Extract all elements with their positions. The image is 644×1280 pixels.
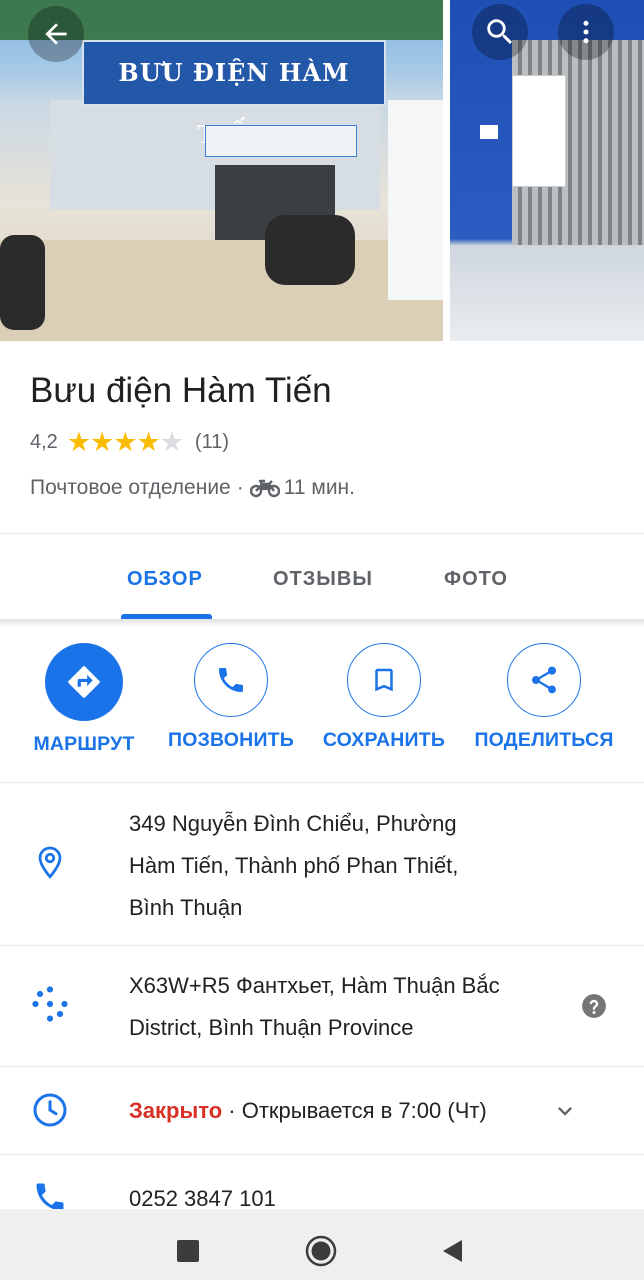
- star-icon: ★: [90, 427, 115, 457]
- rating-value: 4,2: [30, 431, 58, 453]
- tab-bar: ОБЗОР ОТЗЫВЫ ФОТО: [0, 534, 644, 620]
- address-line: 349 Nguyễn Đình Chiểu, Phường: [129, 811, 457, 836]
- directions-icon-circle: [45, 643, 123, 721]
- system-navigation-bar: [0, 1209, 644, 1280]
- star-icon: ★: [136, 427, 161, 457]
- chevron-down-icon: [558, 1107, 572, 1116]
- photo-notice: [512, 75, 566, 187]
- photo-sign: BƯU ĐIỆN HÀM TIẾN: [82, 40, 386, 149]
- clock-icon: [30, 1092, 70, 1128]
- travel-time: 11 мин.: [283, 476, 355, 499]
- home-circle-icon: [305, 1235, 337, 1267]
- photo-carousel[interactable]: BƯU ĐIỆN HÀM TIẾN: [0, 0, 644, 341]
- rating-stars: ★ ★ ★ ★ ★: [66, 427, 184, 457]
- photo-house-number: [480, 125, 498, 139]
- photo-pillar: [388, 100, 443, 300]
- plus-code-text: X63W+R5 Фантхьет, Hàm Thuận Bắc District…: [129, 965, 500, 1049]
- call-button[interactable]: ПОЗВОНИТЬ: [156, 643, 306, 752]
- more-options-button[interactable]: [558, 4, 614, 60]
- hours-row[interactable]: Закрыто · Открывается в 7:00 (Чт): [0, 1067, 644, 1154]
- search-button[interactable]: [472, 4, 528, 60]
- share-label: ПОДЕЛИТЬСЯ: [474, 729, 614, 751]
- rating-row[interactable]: 4,2 ★ ★ ★ ★ ★ (11): [30, 429, 229, 456]
- phone-icon: [219, 668, 243, 692]
- photo-ground: [0, 240, 443, 341]
- plus-code-line: X63W+R5 Фантхьет, Hàm Thuận Bắc: [129, 973, 500, 998]
- photo-motorbike: [0, 235, 45, 330]
- expand-hours-button[interactable]: [551, 1097, 579, 1130]
- back-button[interactable]: [28, 6, 84, 62]
- help-icon: [582, 994, 606, 1018]
- phone-row[interactable]: 0252 3847 101: [0, 1155, 644, 1209]
- phone-number: 0252 3847 101: [129, 1186, 276, 1209]
- location-pin-icon: [30, 845, 70, 881]
- plus-code-icon: [30, 982, 70, 1026]
- address-line: Hàm Tiến, Thành phố Phan Thiết,: [129, 853, 459, 878]
- directions-button[interactable]: МАРШРУТ: [9, 643, 159, 756]
- motorcycle-icon: [249, 479, 280, 498]
- search-icon: [487, 19, 513, 45]
- share-icon-circle: [507, 643, 581, 717]
- bookmark-icon: [375, 668, 393, 692]
- address-row[interactable]: 349 Nguyễn Đình Chiểu, Phường Hàm Tiến, …: [0, 783, 644, 944]
- hours-status: Закрыто: [129, 1098, 223, 1123]
- tab-overview[interactable]: ОБЗОР: [127, 568, 203, 591]
- back-nav-button[interactable]: [441, 1239, 463, 1268]
- tab-photos[interactable]: ФОТО: [444, 568, 508, 591]
- plus-code-line: District, Bình Thuận Province: [129, 1015, 414, 1040]
- help-button[interactable]: [581, 993, 607, 1024]
- plus-code-row[interactable]: X63W+R5 Фантхьет, Hàm Thuận Bắc District…: [0, 946, 644, 1066]
- recents-button[interactable]: [177, 1240, 199, 1262]
- address-line: Bình Thuận: [129, 895, 243, 920]
- hours-text: Закрыто · Открывается в 7:00 (Чт): [129, 1090, 487, 1132]
- star-icon: ★: [66, 427, 92, 457]
- call-label: ПОЗВОНИТЬ: [168, 729, 294, 751]
- review-count: (11): [194, 431, 229, 453]
- address-text: 349 Nguyễn Đình Chiểu, Phường Hàm Tiến, …: [129, 803, 458, 929]
- hours-detail: · Открывается в 7:00 (Чт): [222, 1098, 487, 1123]
- share-icon: [532, 666, 556, 694]
- phone-row-icon: [30, 1179, 70, 1209]
- directions-icon: [68, 666, 100, 698]
- photo-motorbikes: [265, 215, 355, 285]
- home-button[interactable]: [305, 1235, 337, 1267]
- star-empty-icon: ★: [159, 427, 184, 457]
- tab-bar-shadow: [0, 619, 644, 627]
- tab-reviews[interactable]: ОТЗЫВЫ: [273, 568, 373, 591]
- place-category: Почтовое отделение: [30, 476, 231, 499]
- share-button[interactable]: ПОДЕЛИТЬСЯ: [469, 643, 619, 752]
- back-arrow-icon: [45, 23, 67, 45]
- category-row: Почтовое отделение · 11 мин.: [30, 476, 355, 500]
- save-button[interactable]: СОХРАНИТЬ: [309, 643, 459, 752]
- place-title: Bưu điện Hàm Tiến: [30, 371, 332, 410]
- directions-label: МАРШРУТ: [33, 733, 135, 755]
- call-icon-circle: [194, 643, 268, 717]
- save-icon-circle: [347, 643, 421, 717]
- more-vert-icon: [583, 20, 589, 44]
- separator-dot: ·: [236, 476, 244, 499]
- back-triangle-icon: [443, 1240, 462, 1262]
- save-label: СОХРАНИТЬ: [322, 729, 446, 751]
- photo-banner: [205, 125, 357, 157]
- star-icon: ★: [113, 427, 138, 457]
